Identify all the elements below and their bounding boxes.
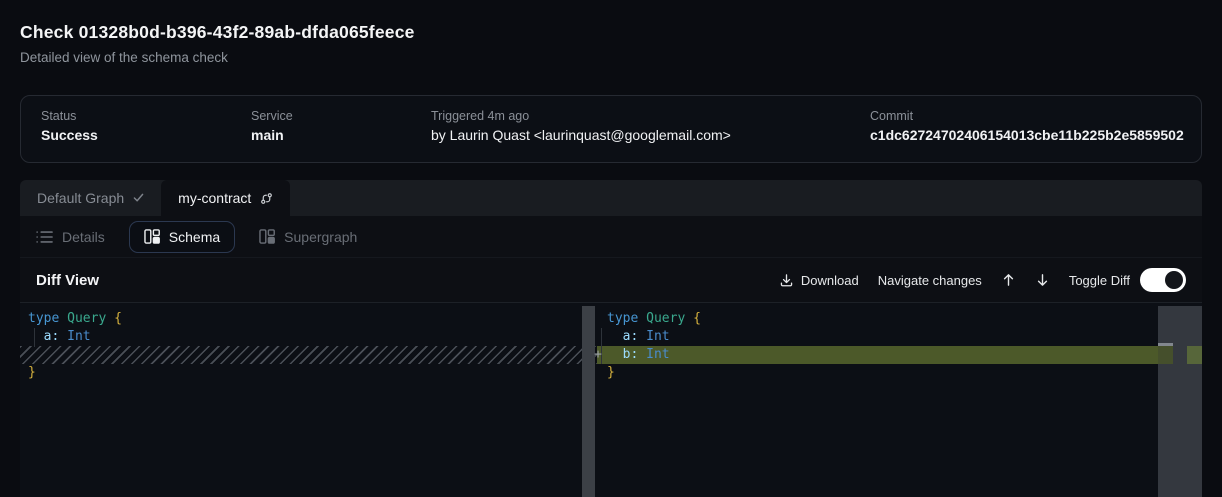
diff-controls: Download Navigate changes Toggle Diff	[779, 268, 1186, 292]
tab-supergraph[interactable]: Supergraph	[259, 229, 357, 245]
page-subtitle: Detailed view of the schema check	[20, 50, 415, 65]
service-label: Service	[251, 109, 293, 123]
panels-icon	[144, 229, 160, 244]
commit-field: Commit c1dc62724702406154013cbe11b225b2e…	[870, 109, 1184, 143]
tab-details[interactable]: Details	[36, 229, 105, 245]
diff-view-title: Diff View	[36, 272, 99, 289]
toggle-knob	[1165, 271, 1183, 289]
collapsed-unchanged-region	[20, 346, 597, 364]
code-line: type Query {	[28, 310, 122, 328]
check-icon	[133, 193, 144, 203]
download-button[interactable]: Download	[779, 273, 859, 288]
service-field: Service main	[251, 109, 293, 143]
graph-tab-contract-label: my-contract	[178, 190, 251, 206]
graph-tab-contract[interactable]: my-contract	[161, 180, 290, 216]
code-line: a: Int	[607, 328, 670, 346]
status-label: Status	[41, 109, 98, 123]
code-line: type Query {	[607, 310, 701, 328]
arrow-down-icon	[1035, 272, 1050, 288]
graph-tabstrip: Default Graph my-contract	[20, 180, 1202, 216]
compare-icon	[260, 192, 273, 205]
commit-value: c1dc62724702406154013cbe11b225b2e5859502	[870, 127, 1184, 143]
previous-change-button[interactable]	[1001, 272, 1016, 288]
code-line: b: Int	[607, 346, 670, 364]
check-workspace: Default Graph my-contract Details	[20, 180, 1202, 497]
panels-icon	[259, 229, 275, 244]
triggered-field: Triggered 4m ago by Laurin Quast <laurin…	[431, 109, 731, 143]
toggle-diff-label: Toggle Diff	[1069, 273, 1130, 288]
graph-tab-default-label: Default Graph	[37, 190, 124, 206]
code-line: a: Int	[28, 328, 91, 346]
check-summary-card: Status Success Service main Triggered 4m…	[20, 95, 1202, 163]
download-label: Download	[801, 273, 859, 288]
triggered-label: Triggered 4m ago	[431, 109, 731, 123]
minimap-added-segment	[1158, 346, 1173, 364]
diff-editor: + type Query { a: Int} type Query { a: In…	[20, 303, 1202, 497]
contract-panel: Details Schema Supergraph Diff View	[20, 216, 1202, 497]
page-header: Check 01328b0d-b396-43f2-89ab-dfda065fee…	[20, 22, 415, 65]
tab-supergraph-label: Supergraph	[284, 229, 357, 245]
minimap-slider[interactable]	[1158, 306, 1202, 497]
arrow-up-icon	[1001, 272, 1016, 288]
toggle-diff-group: Toggle Diff	[1069, 268, 1186, 292]
tab-schema-label: Schema	[169, 229, 220, 245]
added-line-highlight	[597, 346, 1158, 364]
status-field: Status Success	[41, 109, 98, 143]
code-line: }	[28, 364, 36, 382]
navigate-changes-label: Navigate changes	[878, 273, 982, 288]
list-icon	[36, 230, 53, 244]
overview-ruler-added-marker	[1187, 346, 1202, 364]
service-value: main	[251, 127, 293, 143]
next-change-button[interactable]	[1035, 272, 1050, 288]
tab-schema[interactable]: Schema	[129, 221, 235, 253]
navigate-changes-button[interactable]: Navigate changes	[878, 273, 982, 288]
toggle-diff-switch[interactable]	[1140, 268, 1186, 292]
download-icon	[779, 273, 794, 288]
view-tabs: Details Schema Supergraph	[20, 216, 1202, 258]
tab-details-label: Details	[62, 229, 105, 245]
added-line-plus-sign: +	[590, 346, 606, 364]
status-value: Success	[41, 127, 98, 143]
graph-tab-default[interactable]: Default Graph	[20, 180, 161, 216]
left-pane-scrollbar[interactable]	[582, 306, 595, 497]
triggered-value: by Laurin Quast <laurinquast@googlemail.…	[431, 127, 731, 143]
page-title: Check 01328b0d-b396-43f2-89ab-dfda065fee…	[20, 22, 415, 43]
code-line: }	[607, 364, 615, 382]
diff-header: Diff View Download Navigate changes	[20, 258, 1202, 303]
commit-label: Commit	[870, 109, 1184, 123]
